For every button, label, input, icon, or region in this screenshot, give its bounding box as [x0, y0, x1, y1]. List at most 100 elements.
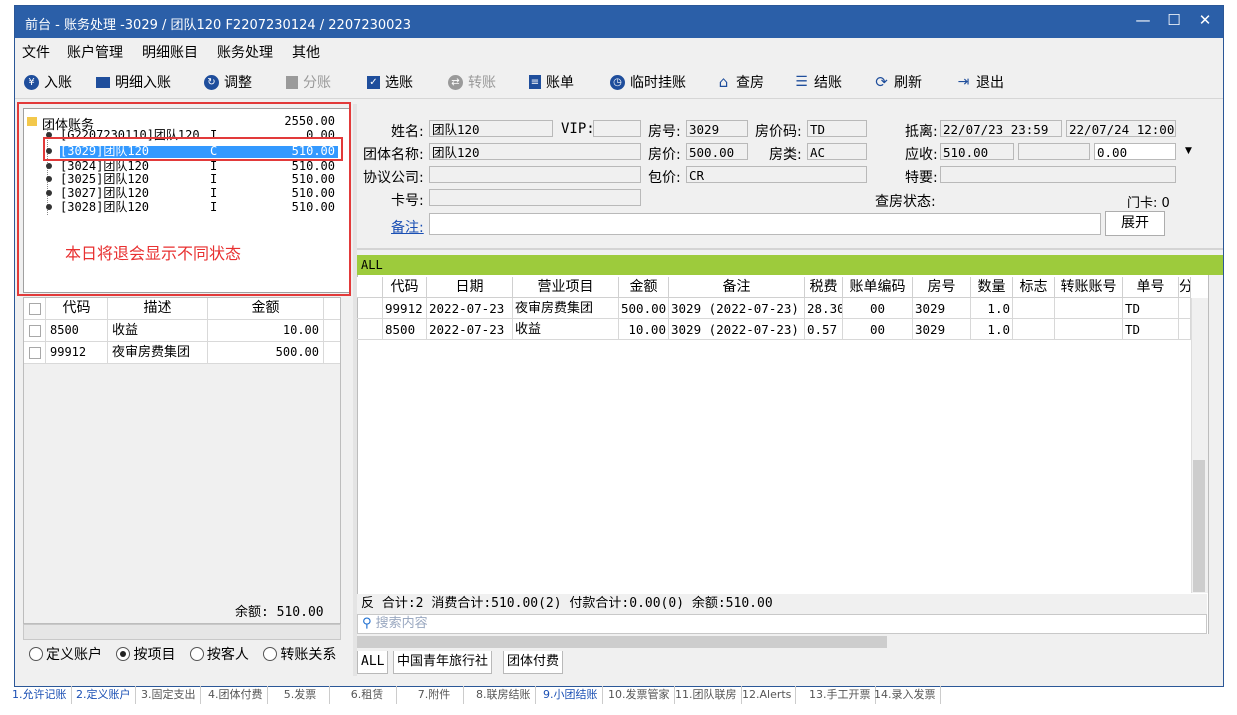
cell-amount[interactable]: 500.00 — [619, 298, 669, 319]
split-button[interactable]: 分账 — [286, 72, 331, 92]
left-horizontal-scrollbar[interactable] — [23, 624, 341, 640]
menu-accounting[interactable]: 账务处理 — [217, 42, 273, 62]
agreement-company-field[interactable] — [429, 166, 641, 183]
horizontal-scroll-thumb[interactable] — [357, 636, 887, 648]
tab-group-payment[interactable]: 团体付费 — [503, 651, 564, 674]
status-tab-define-account[interactable]: 2.定义账户 — [72, 686, 136, 704]
col-header-ticket[interactable]: 单号 — [1123, 277, 1179, 298]
status-tab-group-payment[interactable]: 4.团体付费 — [204, 686, 268, 704]
expand-button[interactable]: 展开 — [1105, 211, 1165, 236]
cell-flag[interactable] — [1013, 319, 1055, 340]
row-checkbox-cell[interactable] — [24, 342, 46, 363]
cell-item[interactable]: 夜审房费集团 — [513, 298, 619, 319]
radio-by-guest[interactable]: 按客人 — [189, 644, 249, 664]
col-header-split[interactable]: 分 — [1179, 277, 1191, 298]
col-header-room[interactable]: 房号 — [913, 277, 971, 298]
select-all-cell[interactable] — [24, 298, 46, 319]
cell-flag[interactable] — [1013, 298, 1055, 319]
col-header-amount[interactable]: 金额 — [208, 298, 324, 319]
package-field[interactable]: CR — [686, 166, 867, 183]
radio-by-item[interactable]: 按项目 — [116, 644, 175, 664]
cell-bill-code[interactable]: 00 — [843, 319, 913, 340]
tab-all[interactable]: ALL — [357, 651, 389, 674]
menu-file[interactable]: 文件 — [22, 42, 50, 62]
cell-transfer[interactable] — [1055, 319, 1123, 340]
menu-detail-items[interactable]: 明细账目 — [142, 42, 198, 62]
col-header-code[interactable]: 代码 — [46, 298, 108, 319]
status-tab-fixed-expense[interactable]: 3.固定支出 — [137, 686, 201, 704]
cell-tax[interactable]: 28.30 — [805, 298, 843, 319]
cell-split[interactable] — [1179, 319, 1191, 340]
status-tab-small-group-checkout[interactable]: 9.小团结账 — [539, 686, 603, 704]
col-header-date[interactable]: 日期 — [427, 277, 513, 298]
select-bill-button[interactable]: ✓ 选账 — [367, 72, 413, 92]
departure-field[interactable]: 22/07/24 12:00 — [1066, 120, 1176, 137]
cell-split[interactable] — [1179, 298, 1191, 319]
rate-field[interactable]: 500.00 — [686, 143, 748, 160]
status-tab-attachment[interactable]: 7.附件 — [405, 686, 464, 704]
exit-button[interactable]: ⇥ 退出 — [956, 72, 1004, 92]
row-indicator[interactable] — [357, 298, 383, 319]
col-header-tax[interactable]: 税费 — [805, 277, 843, 298]
transfer-button[interactable]: ⇄ 转账 — [448, 72, 496, 92]
menu-account-management[interactable]: 账户管理 — [67, 42, 123, 62]
remark-link[interactable]: 备注: — [391, 217, 424, 237]
col-header-bill-code[interactable]: 账单编码 — [843, 277, 913, 298]
status-tab-group-linked[interactable]: 11.团队联房 — [671, 686, 742, 704]
bill-button[interactable]: ≡ 账单 — [529, 72, 574, 92]
radio-transfer-relation[interactable]: 转账关系 — [263, 644, 336, 664]
col-header-amount[interactable]: 金额 — [619, 277, 669, 298]
minimize-button[interactable]: — — [1132, 11, 1154, 29]
reverse-toggle[interactable]: 反 — [357, 596, 374, 611]
status-tab-invoice[interactable]: 5.发票 — [271, 686, 330, 704]
cell-qty[interactable]: 1.0 — [971, 298, 1013, 319]
rate-code-field[interactable]: TD — [807, 120, 867, 137]
col-header-flag[interactable]: 标志 — [1013, 277, 1055, 298]
group-name-field[interactable]: 团队120 — [429, 143, 641, 160]
cell-code[interactable]: 8500 — [383, 319, 427, 340]
checkout-button[interactable]: ☰ 结账 — [794, 72, 842, 92]
tab-travel-agency[interactable]: 中国青年旅行社 — [393, 651, 493, 674]
temp-charge-button[interactable]: ◷ 临时挂账 — [610, 72, 686, 92]
cell-ticket[interactable]: TD — [1123, 298, 1179, 319]
remark-field[interactable] — [429, 213, 1101, 235]
post-button[interactable]: ¥ 入账 — [24, 72, 72, 92]
vip-field[interactable] — [593, 120, 641, 137]
special-request-field[interactable] — [940, 166, 1176, 183]
col-header-item[interactable]: 营业项目 — [513, 277, 619, 298]
chevron-down-icon[interactable]: ▼ — [1185, 146, 1192, 156]
close-button[interactable]: ✕ — [1194, 11, 1216, 29]
radio-define-account[interactable]: 定义账户 — [29, 644, 102, 664]
refresh-button[interactable]: ⟳ 刷新 — [874, 72, 922, 92]
cell-code[interactable]: 99912 — [383, 298, 427, 319]
checkbox[interactable] — [29, 347, 41, 359]
adjust-button[interactable]: ↻ 调整 — [204, 72, 252, 92]
table-row[interactable]: 99912 夜审房费集团 500.00 — [24, 342, 340, 364]
col-header-code[interactable]: 代码 — [383, 277, 427, 298]
cell-date[interactable]: 2022-07-23 — [427, 319, 513, 340]
status-tab-linked-checkout[interactable]: 8.联房结账 — [472, 686, 536, 704]
checkbox[interactable] — [29, 303, 41, 315]
checkbox[interactable] — [29, 325, 41, 337]
cell-ticket[interactable]: TD — [1123, 319, 1179, 340]
col-header-qty[interactable]: 数量 — [971, 277, 1013, 298]
room-field[interactable]: 3029 — [686, 120, 748, 137]
cell-note[interactable]: 3029 (2022-07-23) — [669, 319, 805, 340]
table-row[interactable]: 8500 收益 10.00 — [24, 320, 340, 342]
cell-item[interactable]: 收益 — [513, 319, 619, 340]
status-tab-invoice-manager[interactable]: 10.发票管家 — [604, 686, 675, 704]
detail-post-button[interactable]: 明细入账 — [96, 72, 171, 92]
col-header-note[interactable]: 备注 — [669, 277, 805, 298]
room-type-field[interactable]: AC — [807, 143, 867, 160]
col-header-desc[interactable]: 描述 — [108, 298, 208, 319]
cell-note[interactable]: 3029 (2022-07-23) — [669, 298, 805, 319]
search-box[interactable]: ⚲ 搜索内容 — [357, 614, 1207, 634]
col-header-transfer[interactable]: 转账账号 — [1055, 277, 1123, 298]
cell-qty[interactable]: 1.0 — [971, 319, 1013, 340]
arrival-field[interactable]: 22/07/23 23:59 — [940, 120, 1062, 137]
maximize-button[interactable]: ☐ — [1163, 11, 1185, 29]
row-checkbox-cell[interactable] — [24, 320, 46, 341]
receivable-combo[interactable]: 0.00 — [1094, 143, 1176, 160]
cell-room[interactable]: 3029 — [913, 298, 971, 319]
row-indicator[interactable] — [357, 319, 383, 340]
